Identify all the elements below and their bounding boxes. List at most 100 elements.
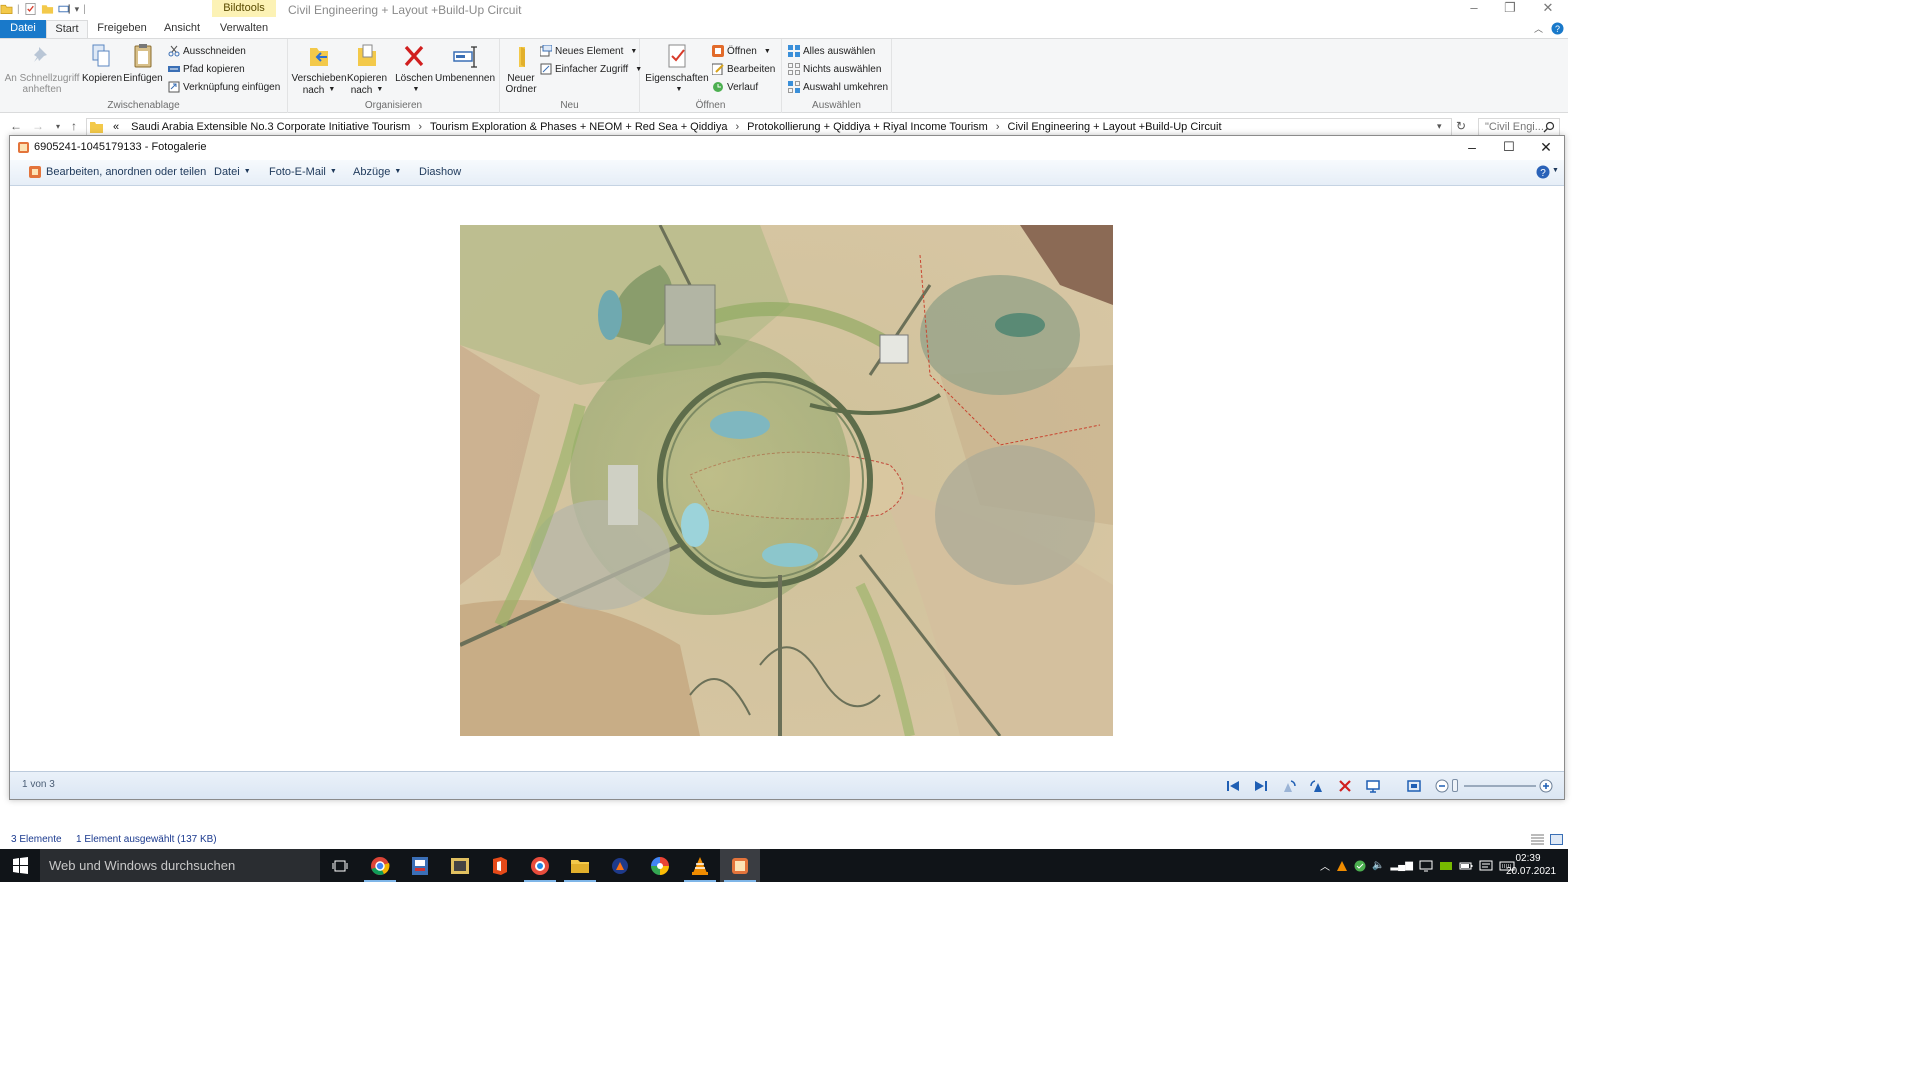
tab-datei[interactable]: Datei <box>0 20 46 38</box>
windows-start-icon[interactable] <box>0 849 40 882</box>
tab-verwalten[interactable]: Verwalten <box>214 20 274 38</box>
properties-check-icon[interactable] <box>24 2 37 16</box>
recent-locations-chevron-icon[interactable]: ▾ <box>50 119 66 135</box>
action-center-icon[interactable] <box>1479 860 1493 872</box>
zoom-out-icon[interactable] <box>1434 778 1450 794</box>
invert-selection-icon <box>788 81 800 93</box>
large-icons-view-icon[interactable] <box>1550 834 1563 845</box>
help-dropdown-icon[interactable]: ▼ <box>1552 167 1559 174</box>
gallery-maximize-button[interactable]: ☐ <box>1491 138 1527 158</box>
taskbar-search-input[interactable]: Web und Windows durchsuchen <box>40 849 320 882</box>
address-history-chevron-icon[interactable]: ▾ <box>1437 121 1442 132</box>
vlc-app-icon[interactable] <box>680 849 720 882</box>
slideshow-icon[interactable] <box>1365 778 1381 794</box>
forward-arrow-icon[interactable]: → <box>30 119 46 135</box>
rotate-clockwise-icon[interactable] <box>1309 778 1325 794</box>
rename-icon[interactable] <box>58 2 71 16</box>
breadcrumb-separator-icon[interactable]: › <box>416 121 424 133</box>
breadcrumb-overflow[interactable]: « <box>107 121 125 133</box>
prints-menu-button[interactable]: Abzüge ▼ <box>353 166 401 178</box>
tab-start[interactable]: Start <box>46 20 88 38</box>
paste-shortcut-button[interactable]: Verknüpfung einfügen <box>168 79 280 95</box>
details-view-icon[interactable] <box>1531 834 1544 845</box>
restore-button[interactable]: ❐ <box>1492 0 1528 18</box>
properties-button[interactable]: Eigenschaften ▼ <box>644 43 710 95</box>
open-button[interactable]: Öffnen ▼ <box>712 43 771 59</box>
up-arrow-icon[interactable]: ↑ <box>66 119 82 135</box>
new-item-button[interactable]: Neues Element ▼ <box>540 43 637 59</box>
history-button[interactable]: Verlauf <box>712 79 758 95</box>
search-icon[interactable] <box>1543 121 1555 133</box>
picasa-app-icon[interactable] <box>640 849 680 882</box>
edit-button[interactable]: Bearbeiten <box>712 61 775 77</box>
copy-button[interactable]: Kopieren <box>82 43 122 84</box>
media-app-icon[interactable] <box>440 849 480 882</box>
folder-icon[interactable] <box>0 2 13 16</box>
gallery-minimize-button[interactable]: – <box>1454 138 1490 158</box>
new-folder-button[interactable]: Neuer Ordner <box>502 43 540 95</box>
minimize-button[interactable]: – <box>1456 0 1492 18</box>
delete-button[interactable]: Löschen ▼ <box>392 43 436 95</box>
collapse-ribbon-icon[interactable]: ︿ <box>1534 22 1543 35</box>
slideshow-button[interactable]: Diashow <box>419 166 461 178</box>
cut-button[interactable]: Ausschneiden <box>168 43 246 59</box>
easy-access-button[interactable]: Einfacher Zugriff ▼ <box>540 61 642 77</box>
gallery-close-button[interactable]: ✕ <box>1528 138 1564 158</box>
photo-gallery-taskbar-icon[interactable] <box>720 849 760 882</box>
refresh-icon[interactable]: ↻ <box>1453 119 1469 135</box>
vlc-tray-icon[interactable] <box>1336 860 1348 872</box>
breadcrumb-item[interactable]: Tourism Exploration & Phases + NEOM + Re… <box>424 121 733 133</box>
breadcrumb-item[interactable]: Civil Engineering + Layout +Build-Up Cir… <box>1002 121 1228 133</box>
copy-path-button[interactable]: Pfad kopieren <box>168 61 245 77</box>
zoom-in-icon[interactable] <box>1538 778 1554 794</box>
battery-icon[interactable] <box>1459 860 1473 872</box>
chrome-app-icon[interactable] <box>360 849 400 882</box>
tab-ansicht[interactable]: Ansicht <box>158 20 206 38</box>
close-button[interactable]: ✕ <box>1530 0 1566 18</box>
system-tray: ︿ 🔈 ▂▄▆ <box>1320 849 1515 882</box>
browser-app-icon[interactable] <box>520 849 560 882</box>
copy-to-button[interactable]: Kopieren nach ▼ <box>346 43 388 96</box>
tab-freigeben[interactable]: Freigeben <box>94 20 150 38</box>
security-tray-icon[interactable] <box>1354 860 1366 872</box>
paste-button[interactable]: Einfügen <box>122 43 164 84</box>
display-tray-icon[interactable] <box>1419 860 1433 872</box>
show-hidden-icons-icon[interactable]: ︿ <box>1320 858 1330 873</box>
previous-icon[interactable] <box>1225 778 1241 794</box>
taskbar-clock[interactable]: 02:39 20.07.2021 <box>1506 852 1556 878</box>
nvidia-tray-icon[interactable] <box>1439 860 1453 872</box>
help-icon[interactable]: ? <box>1551 22 1564 35</box>
actual-size-icon[interactable] <box>1406 778 1422 794</box>
rename-button[interactable]: Umbenennen <box>434 43 496 84</box>
breadcrumb-item[interactable]: Saudi Arabia Extensible No.3 Corporate I… <box>125 121 416 133</box>
task-view-icon[interactable] <box>320 849 360 882</box>
breadcrumb-item[interactable]: Protokollierung + Qiddiya + Riyal Income… <box>741 121 994 133</box>
edit-organize-share-button[interactable]: Bearbeiten, anordnen oder teilen <box>46 166 206 178</box>
breadcrumb-separator-icon[interactable]: › <box>733 121 741 133</box>
file-explorer-app-icon[interactable] <box>560 849 600 882</box>
zoom-slider-track[interactable] <box>1464 785 1536 787</box>
qat-customize-icon[interactable]: ▾ <box>75 4 80 15</box>
network-icon[interactable]: ▂▄▆ <box>1390 860 1412 871</box>
pdf-viewer-app-icon[interactable] <box>400 849 440 882</box>
file-menu-button[interactable]: Datei ▼ <box>214 166 251 178</box>
vlc-or-media-icon[interactable] <box>600 849 640 882</box>
office-app-icon[interactable] <box>480 849 520 882</box>
breadcrumb-separator-icon[interactable]: › <box>994 121 1002 133</box>
address-bar[interactable]: « Saudi Arabia Extensible No.3 Corporate… <box>86 118 1452 136</box>
photo-email-button[interactable]: Foto-E-Mail ▼ <box>269 166 337 178</box>
delete-icon[interactable] <box>1337 778 1353 794</box>
rotate-counterclockwise-icon[interactable] <box>1281 778 1297 794</box>
dropdown-caret-icon: ▼ <box>394 168 402 175</box>
zoom-slider-thumb[interactable] <box>1452 779 1458 792</box>
next-icon[interactable] <box>1253 778 1269 794</box>
pin-quick-access-button[interactable]: An Schnellzugriff anheften <box>4 43 80 95</box>
help-icon[interactable]: ? <box>1536 165 1550 179</box>
back-arrow-icon[interactable]: ← <box>8 119 24 135</box>
invert-selection-button[interactable]: Auswahl umkehren <box>788 79 888 95</box>
select-none-button[interactable]: Nichts auswählen <box>788 61 881 77</box>
move-to-button[interactable]: Verschieben nach ▼ <box>290 43 348 96</box>
select-all-button[interactable]: Alles auswählen <box>788 43 875 59</box>
new-folder-icon[interactable] <box>41 2 54 16</box>
volume-icon[interactable]: 🔈 <box>1372 860 1384 871</box>
